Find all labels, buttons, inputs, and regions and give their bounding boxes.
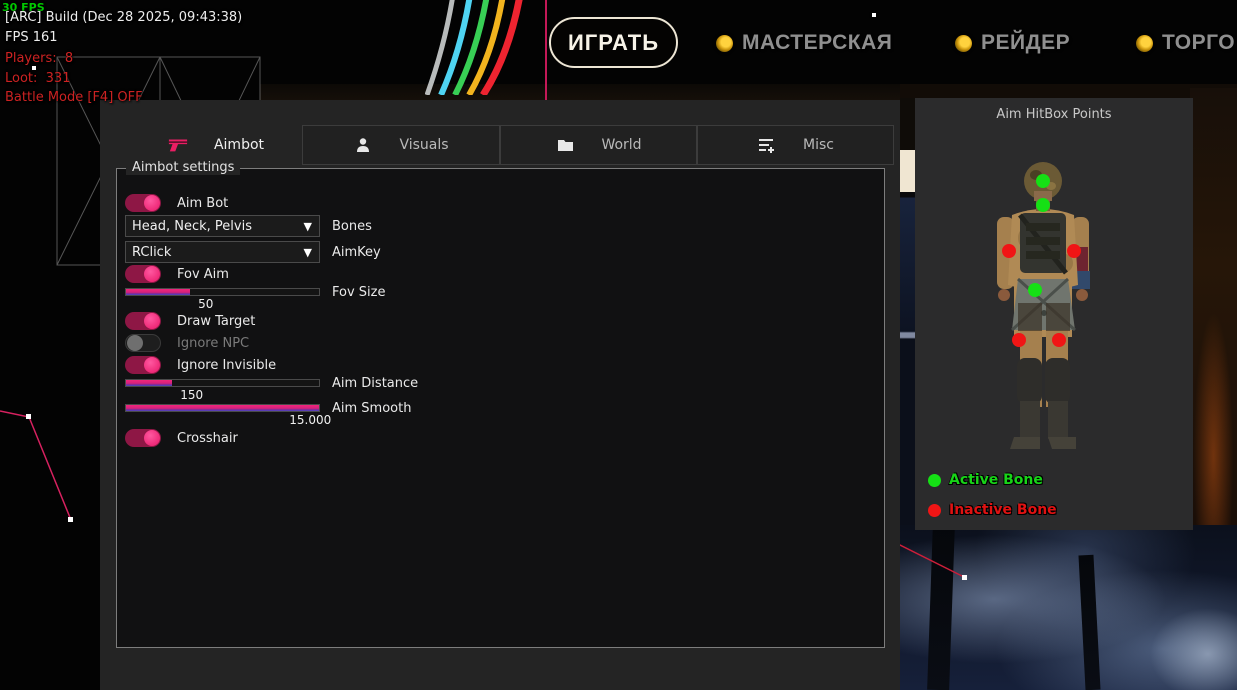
fov-size-label: Fov Size [332, 285, 385, 300]
fov-size-slider[interactable] [125, 288, 320, 296]
draw-target-toggle[interactable] [125, 312, 161, 330]
aim-smooth-value: 15.000 [289, 413, 331, 427]
tracer-path-bottom-left [0, 404, 85, 529]
inactive-bone-dot-icon [928, 504, 941, 517]
screen: 30 FPS [ARC] Build (Dec 28 2025, 09:43:3… [0, 0, 1237, 690]
aim-bot-toggle[interactable] [125, 194, 161, 212]
aimkey-dropdown[interactable]: RClick ▼ [125, 241, 320, 263]
crosshair-label: Crosshair [177, 431, 238, 446]
aim-smooth-row: 15.000 Aim Smooth [125, 404, 320, 412]
menu-item-workshop[interactable]: МАСТЕРСКАЯ [716, 27, 892, 59]
aim-distance-row: 150 Aim Distance [125, 379, 320, 387]
bones-label: Bones [332, 219, 372, 234]
chevron-down-icon: ▼ [304, 246, 312, 259]
draw-target-row: Draw Target [125, 312, 255, 330]
ignore-invisible-row: Ignore Invisible [125, 356, 276, 374]
ignore-invisible-label: Ignore Invisible [177, 358, 276, 373]
esp-marker-dot [872, 13, 876, 17]
menu-item-label: РЕЙДЕР [981, 31, 1070, 55]
play-button[interactable]: ИГРАТЬ [549, 17, 678, 68]
crosshair-toggle[interactable] [125, 429, 161, 447]
legend-label: Inactive Bone [949, 502, 1057, 518]
crosshair-row: Crosshair [125, 429, 238, 447]
coin-icon [955, 35, 972, 52]
legend-active-bone: Active Bone [928, 472, 1043, 488]
aim-distance-label: Aim Distance [332, 376, 418, 391]
legend-inactive-bone: Inactive Bone [928, 502, 1057, 518]
pistol-icon [168, 135, 188, 155]
aimbot-settings-group: Aimbot settings Aim Bot Head, Neck, Pelv… [116, 168, 885, 648]
hud-build-info: [ARC] Build (Dec 28 2025, 09:43:38) [5, 10, 405, 25]
aimkey-row: RClick ▼ AimKey [125, 241, 381, 263]
aimkey-value: RClick [132, 245, 304, 260]
tab-visuals[interactable]: Visuals [302, 125, 500, 165]
draw-target-label: Draw Target [177, 314, 255, 329]
aim-bot-label: Aim Bot [177, 196, 228, 211]
hud-players-count: Players: 8 [5, 51, 405, 66]
hitbox-dot-left-thigh [1012, 333, 1026, 347]
aimkey-label: AimKey [332, 245, 381, 260]
tab-label: Aimbot [214, 137, 264, 153]
aim-smooth-label: Aim Smooth [332, 401, 411, 416]
menu-item-label: ТОРГО [1162, 31, 1235, 55]
fov-aim-label: Fov Aim [177, 267, 229, 282]
aim-distance-slider[interactable] [125, 379, 320, 387]
coin-icon [716, 35, 733, 52]
fov-aim-toggle[interactable] [125, 265, 161, 283]
tracer-line-vertical [545, 0, 547, 100]
hud-loot-count: Loot: 331 [5, 71, 405, 86]
playlist-add-icon [757, 135, 777, 155]
ignore-npc-toggle[interactable] [125, 334, 161, 352]
hitbox-preview-panel: Aim HitBox Points [915, 98, 1193, 530]
ignore-npc-label: Ignore NPC [177, 336, 249, 351]
background-ice-patch [1140, 600, 1237, 690]
chevron-down-icon: ▼ [304, 220, 312, 233]
person-icon [353, 135, 373, 155]
folder-icon [555, 135, 575, 155]
ignore-npc-row: Ignore NPC [125, 334, 249, 352]
bones-row: Head, Neck, Pelvis ▼ Bones [125, 215, 372, 237]
menu-item-raider[interactable]: РЕЙДЕР [955, 27, 1070, 59]
hitbox-dot-left-shoulder [1002, 244, 1016, 258]
group-title: Aimbot settings [126, 160, 240, 175]
hitbox-dot-pelvis [1028, 283, 1042, 297]
bones-value: Head, Neck, Pelvis [132, 219, 304, 234]
esp-marker-dot [32, 66, 36, 70]
tab-world[interactable]: World [500, 125, 697, 165]
tab-misc[interactable]: Misc [697, 125, 894, 165]
aim-smooth-slider[interactable] [125, 404, 320, 412]
menu-item-label: МАСТЕРСКАЯ [742, 31, 892, 55]
hud-overlay: 30 FPS [ARC] Build (Dec 28 2025, 09:43:3… [2, 1, 22, 153]
hud-battle-mode: Battle Mode [F4] OFF [5, 90, 405, 105]
active-bone-dot-icon [928, 474, 941, 487]
tab-label: Misc [803, 137, 834, 153]
hud-fps: FPS 161 [5, 30, 405, 45]
menu-item-trade[interactable]: ТОРГО [1136, 27, 1237, 59]
ignore-invisible-toggle[interactable] [125, 356, 161, 374]
hitbox-dot-right-shoulder [1067, 244, 1081, 258]
bones-dropdown[interactable]: Head, Neck, Pelvis ▼ [125, 215, 320, 237]
fov-size-value: 50 [198, 297, 213, 311]
aim-bot-row: Aim Bot [125, 194, 228, 212]
hitbox-dot-head [1036, 174, 1050, 188]
tab-label: World [601, 137, 641, 153]
tab-aimbot[interactable]: Aimbot [130, 125, 302, 165]
cheat-menu-panel: Aimbot Visuals World [100, 100, 900, 690]
neon-rainbow-sign [425, 0, 545, 95]
hitbox-dot-right-thigh [1052, 333, 1066, 347]
coin-icon [1136, 35, 1153, 52]
fov-aim-row: Fov Aim [125, 265, 229, 283]
aim-distance-value: 150 [180, 388, 203, 402]
tracer-line-bottom-right [896, 542, 976, 587]
fov-size-row: 50 Fov Size [125, 288, 320, 296]
legend-label: Active Bone [949, 472, 1043, 488]
hitbox-dot-neck [1036, 198, 1050, 212]
tab-label: Visuals [399, 137, 448, 153]
background-rock-column [1190, 88, 1237, 530]
hitbox-dots [915, 98, 1193, 530]
